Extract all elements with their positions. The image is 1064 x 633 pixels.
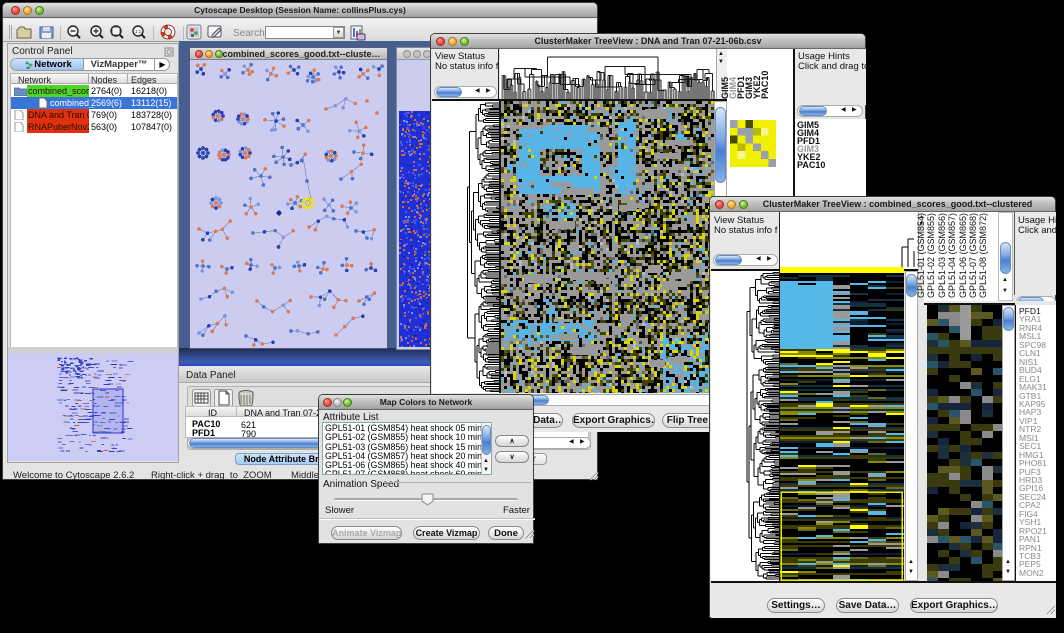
svg-text:1:1: 1:1 <box>135 29 142 34</box>
